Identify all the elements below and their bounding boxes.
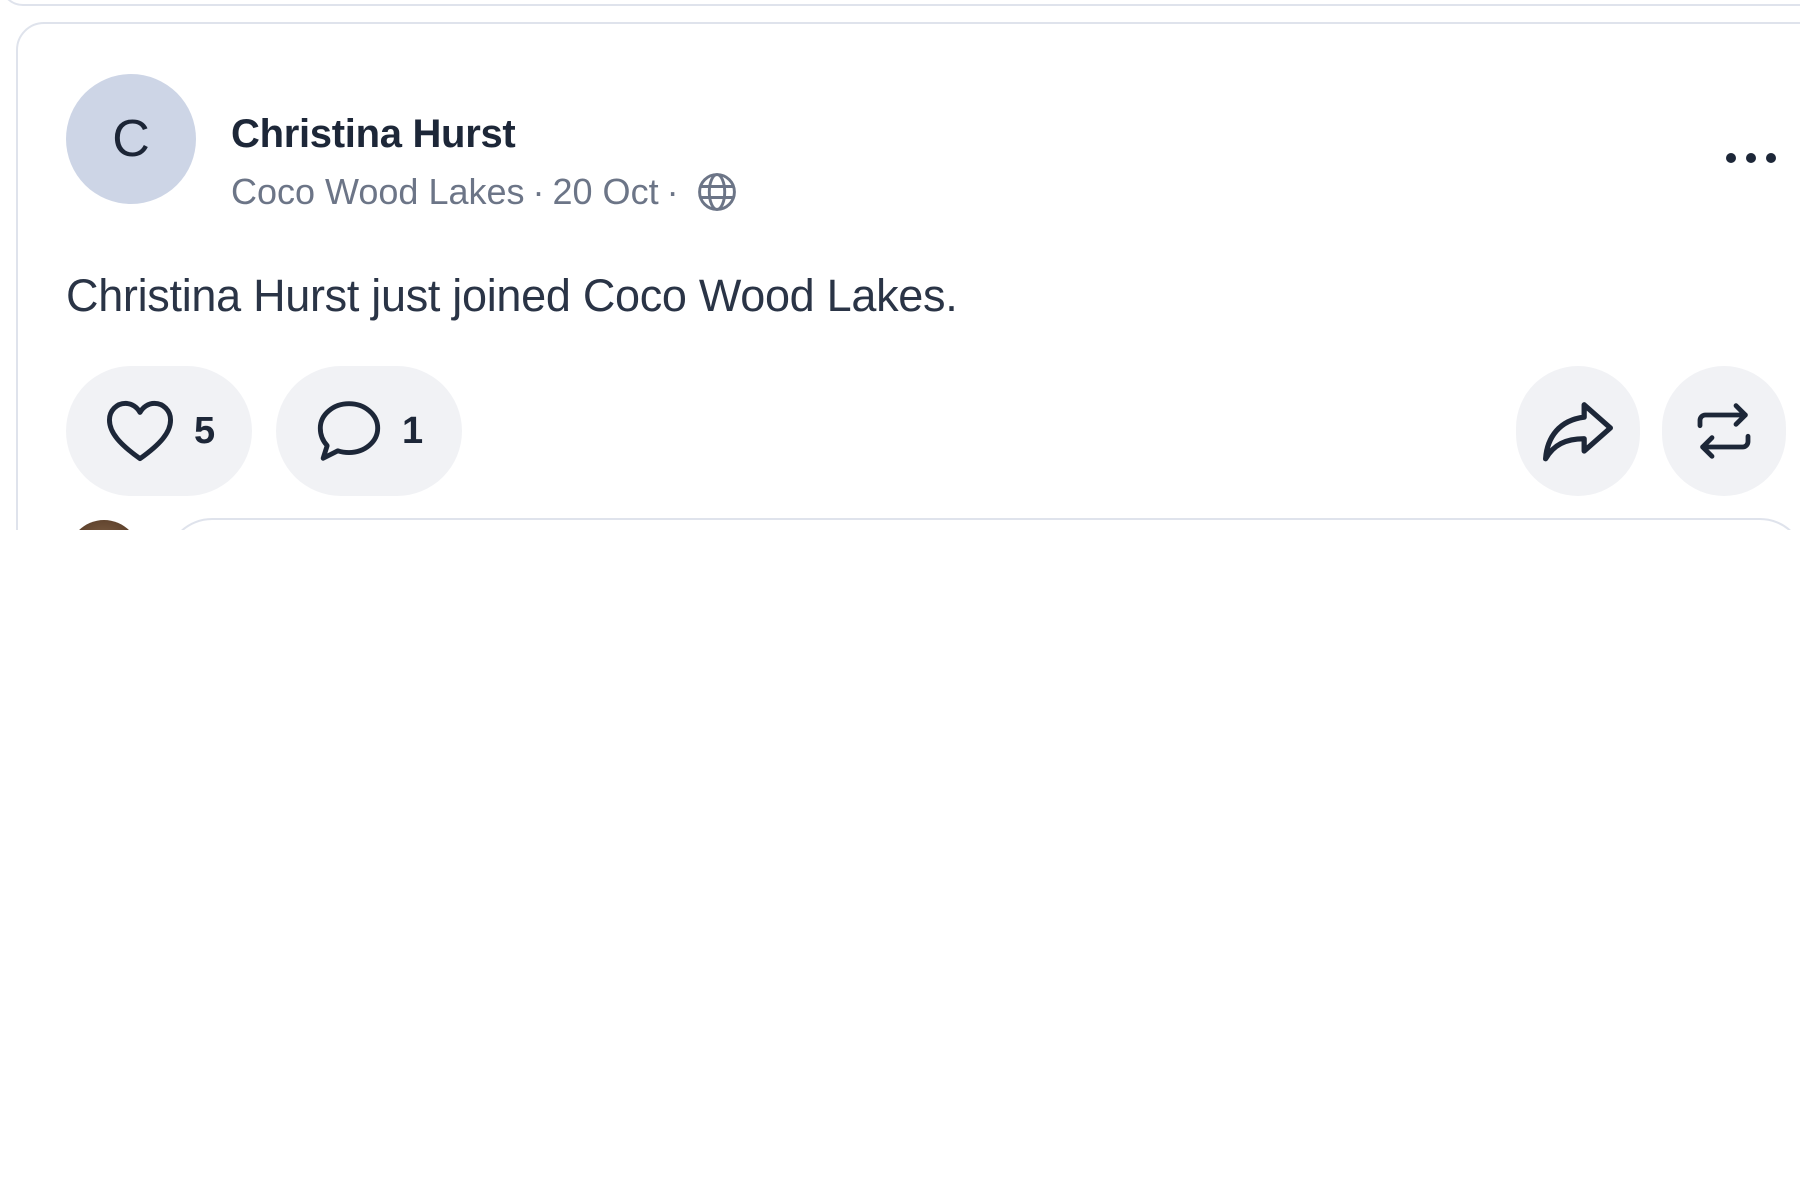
repost-icon [1692,398,1756,464]
previous-post-card [0,0,1800,6]
author-initial: C [112,110,150,168]
post-meta: Coco Wood Lakes · 20 Oct · [231,170,739,214]
globe-icon [695,170,739,214]
current-user-avatar [68,520,140,530]
meta-separator: · [532,171,545,212]
comment-bubble-icon [314,398,384,464]
comment-input[interactable] [166,518,1800,530]
author-name[interactable]: Christina Hurst [231,112,516,157]
group-link[interactable]: Coco Wood Lakes [231,171,525,213]
more-horizontal-icon [1723,151,1779,165]
like-count: 5 [194,409,216,452]
author-avatar[interactable]: C [66,74,196,204]
comment-button[interactable]: 1 [276,366,462,496]
heart-icon [104,399,176,463]
post-card: C Christina Hurst Coco Wood Lakes · 20 O… [16,22,1800,530]
post-date[interactable]: 20 Oct [553,171,659,213]
post-text: Christina Hurst just joined Coco Wood La… [66,270,958,321]
feed-viewport: C Christina Hurst Coco Wood Lakes · 20 O… [0,0,1800,530]
meta-separator: · [666,171,679,212]
comment-count: 1 [402,409,424,452]
post-options-button[interactable] [1716,136,1786,180]
share-arrow-icon [1541,398,1615,464]
share-button[interactable] [1516,366,1640,496]
repost-button[interactable] [1662,366,1786,496]
like-button[interactable]: 5 [66,366,252,496]
